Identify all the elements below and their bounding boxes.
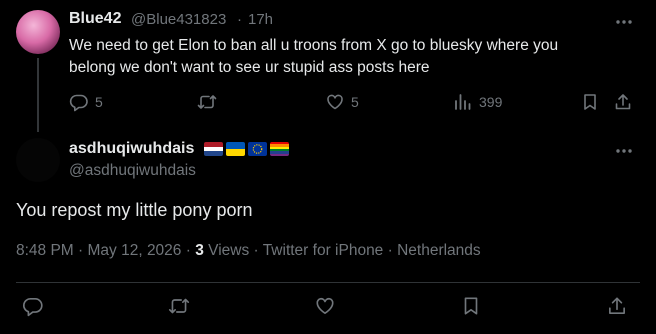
retweet-button[interactable]	[167, 295, 191, 317]
retweet-icon	[196, 92, 218, 112]
parent-separator: ·	[237, 11, 242, 28]
more-icon[interactable]	[614, 12, 634, 32]
reply-tweet-text: You repost my little pony porn	[16, 200, 253, 220]
bookmark-icon	[580, 92, 600, 112]
share-button[interactable]	[613, 92, 633, 112]
parent-display-name[interactable]: Blue42	[69, 10, 121, 28]
views-button[interactable]: 399	[453, 92, 502, 112]
like-icon	[325, 92, 345, 112]
ukraine-flag	[226, 142, 245, 156]
tweet-source: · Twitter for iPhone · Netherlands	[249, 242, 481, 259]
like-count: 5	[351, 94, 359, 110]
parent-text-line-2: belong we don't want to see ur stupid as…	[69, 59, 430, 76]
reply-button[interactable]: 5	[69, 92, 103, 112]
share-icon	[613, 92, 633, 112]
netherlands-flag	[204, 142, 223, 156]
bookmark-button[interactable]	[460, 295, 482, 317]
more-icon[interactable]	[614, 141, 634, 161]
views-count: 3	[195, 242, 204, 259]
reply-icon	[22, 295, 44, 317]
views-count: 399	[479, 94, 503, 110]
tweet-meta: 8:48 PM · May 12, 2026 · 3 Views · Twitt…	[16, 242, 481, 260]
share-icon	[606, 295, 628, 317]
thread-line	[37, 58, 39, 132]
retweet-icon	[167, 295, 191, 317]
share-button[interactable]	[606, 295, 628, 317]
like-button[interactable]: 5	[325, 92, 359, 112]
divider	[16, 282, 640, 283]
retweet-button[interactable]	[196, 92, 218, 112]
flag-emojis	[204, 142, 289, 156]
parent-handle[interactable]: @Blue431823	[131, 11, 226, 28]
tweet-timestamp[interactable]: 8:48 PM · May 12, 2026 ·	[16, 242, 195, 259]
reply-handle[interactable]: @asdhuqiwuhdais	[69, 162, 196, 180]
reply-button[interactable]	[22, 295, 44, 317]
eu-flag	[248, 142, 267, 156]
parent-tweet-text: We need to get Elon to ban all u troons …	[69, 35, 609, 79]
parent-timestamp[interactable]: 17h	[248, 11, 273, 28]
reply-display-name[interactable]: asdhuqiwuhdais	[69, 140, 194, 158]
bookmark-button[interactable]	[580, 92, 600, 112]
views-label: Views	[203, 242, 250, 259]
bookmark-icon	[460, 295, 482, 317]
like-button[interactable]	[314, 295, 336, 317]
like-icon	[314, 295, 336, 317]
rainbow-flag	[270, 142, 289, 156]
parent-text-line-1: We need to get Elon to ban all u troons …	[69, 37, 559, 54]
reply-count: 5	[95, 94, 103, 110]
parent-avatar[interactable]	[16, 10, 60, 54]
reply-icon	[69, 92, 89, 112]
views-icon	[453, 92, 473, 112]
reply-avatar[interactable]	[16, 138, 60, 182]
